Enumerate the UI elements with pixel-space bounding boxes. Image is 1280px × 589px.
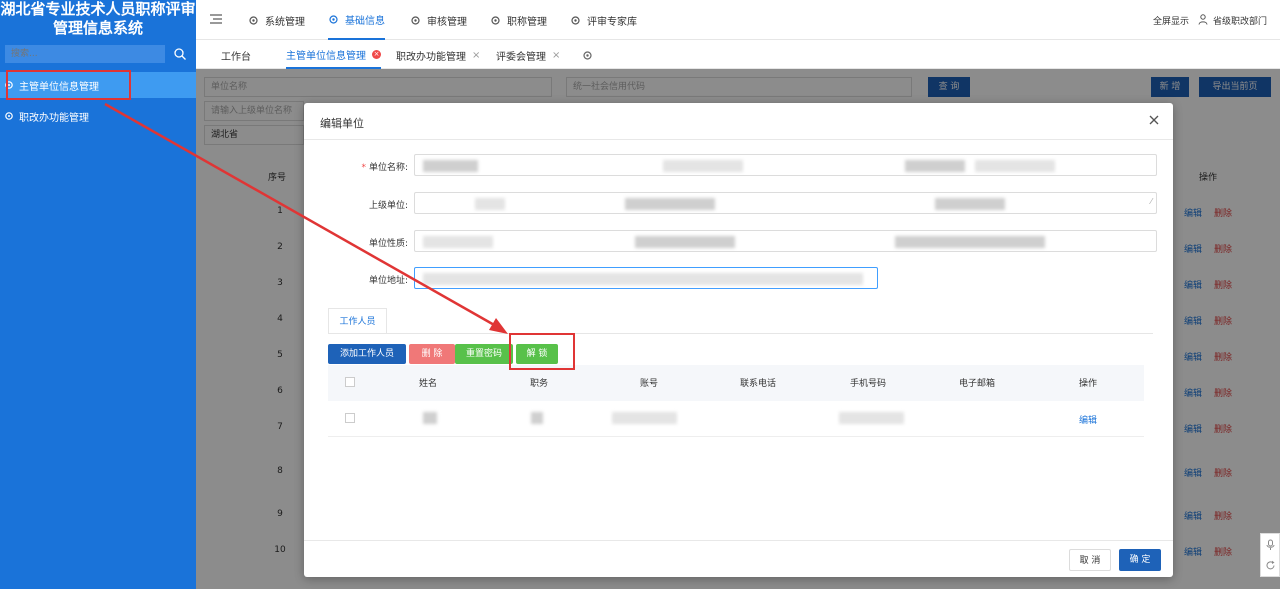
floating-tool-widget[interactable] [1260, 533, 1280, 577]
refresh-icon[interactable] [1265, 560, 1276, 571]
microphone-icon[interactable] [1265, 539, 1276, 551]
annotation-arrow [104, 102, 508, 334]
